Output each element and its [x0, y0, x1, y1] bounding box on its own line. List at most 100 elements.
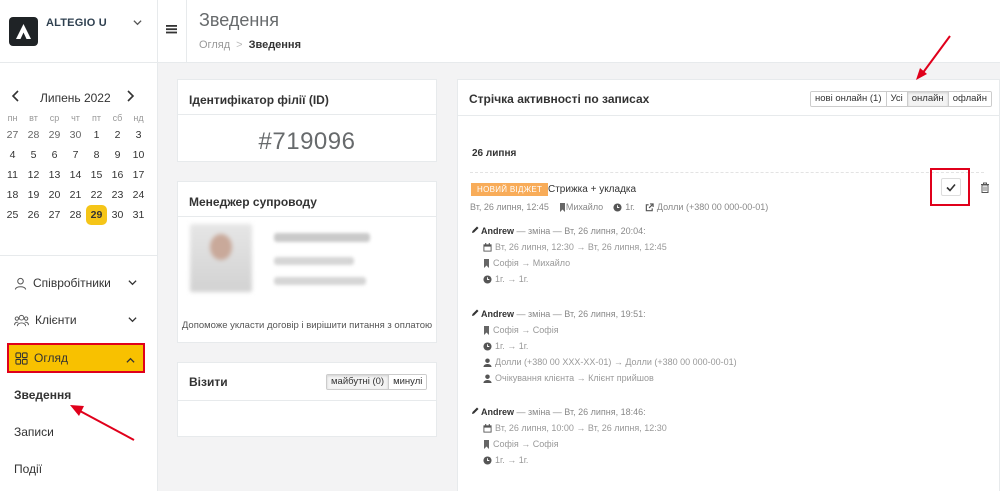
calendar-day[interactable]: 17	[128, 165, 149, 185]
change-author: Andrew	[481, 309, 515, 319]
calendar-day[interactable]: 27	[44, 205, 65, 225]
pencil-icon	[472, 407, 479, 414]
calendar-day[interactable]: 5	[23, 145, 44, 165]
calendar-day[interactable]: 10	[128, 145, 149, 165]
brand-switcher[interactable]: ALTEGIO U	[0, 0, 157, 63]
calendar-day[interactable]: 11	[2, 165, 23, 185]
change-author: Andrew	[481, 407, 515, 417]
nav-item-staff[interactable]: Співробітники	[14, 276, 137, 290]
manager-note: Допоможе укласти договір і вирішити пита…	[181, 320, 433, 331]
change-text: — зміна — Вт, 26 липня, 19:51:	[514, 309, 646, 319]
change-detail-text: Софія → Михайло	[493, 258, 571, 268]
filter-all[interactable]: Усі	[886, 92, 908, 106]
chevron-down-icon	[128, 276, 137, 290]
calendar-day[interactable]: 8	[86, 145, 107, 165]
altegio-logo	[9, 16, 38, 46]
blurred-manager-phone	[274, 257, 354, 265]
change-detail: Софія → Софія	[483, 325, 559, 335]
calendar-day[interactable]: 28	[65, 205, 86, 225]
calendar-day[interactable]: 18	[2, 185, 23, 205]
calendar-day[interactable]: 4	[2, 145, 23, 165]
clock-icon	[483, 274, 492, 284]
clock-icon	[613, 202, 622, 212]
trash-icon	[981, 182, 989, 193]
calendar-day[interactable]: 9	[107, 145, 128, 165]
calendar-day[interactable]: 6	[44, 145, 65, 165]
calendar-day[interactable]: 23	[107, 185, 128, 205]
delete-button[interactable]	[975, 178, 995, 196]
record-duration: 1г.	[625, 202, 635, 212]
calendar-day[interactable]: 25	[2, 205, 23, 225]
tab-past[interactable]: минулі	[389, 375, 427, 389]
calendar-day[interactable]: 27	[2, 125, 23, 145]
page-title: Зведення	[199, 10, 279, 30]
sub-item-events[interactable]: Події	[14, 462, 42, 476]
filter-new-online[interactable]: нові онлайн (1)	[811, 92, 887, 106]
change-detail: Долли (+380 00 XXX-XX-01) → Долли (+380 …	[483, 357, 737, 367]
calendar-day[interactable]: 26	[23, 205, 44, 225]
calendar-day[interactable]: 19	[23, 185, 44, 205]
tab-upcoming[interactable]: майбутні (0)	[327, 375, 390, 389]
calendar-day[interactable]: 16	[107, 165, 128, 185]
feed-date: 26 липня	[472, 148, 517, 159]
branch-id-value: #719096	[258, 128, 356, 155]
calendar-day[interactable]: 7	[65, 145, 86, 165]
divider	[0, 255, 158, 256]
calendar-day[interactable]: 12	[23, 165, 44, 185]
calendar-day[interactable]: 13	[44, 165, 65, 185]
bookmark-icon	[559, 202, 565, 212]
breadcrumb-item[interactable]: Огляд	[199, 39, 230, 51]
calendar-day[interactable]: 24	[128, 185, 149, 205]
calendar-day[interactable]: 15	[86, 165, 107, 185]
calendar-day[interactable]: 2	[107, 125, 128, 145]
users-icon	[14, 314, 29, 326]
calendar-day[interactable]: 20	[44, 185, 65, 205]
record-service[interactable]: Стрижка + укладка	[548, 184, 636, 195]
record-client[interactable]: Долли (+380 00 000-00-01)	[657, 202, 768, 212]
visits-tabs: майбутні (0) минулі	[326, 374, 428, 390]
filter-online[interactable]: онлайн	[907, 92, 949, 106]
change-entry-header: Andrew — зміна — Вт, 26 липня, 20:04:	[471, 226, 646, 236]
change-detail: Вт, 26 липня, 12:30 → Вт, 26 липня, 12:4…	[483, 242, 667, 252]
change-author: Andrew	[481, 226, 515, 236]
calendar-day[interactable]: 3	[128, 125, 149, 145]
nav-label: Співробітники	[33, 276, 111, 290]
record-client-wrap: Долли (+380 00 000-00-01)	[645, 202, 768, 212]
blurred-manager-name	[274, 233, 370, 242]
calendar-day[interactable]: 29	[44, 125, 65, 145]
manager-panel: Менеджер супроводу Допоможе укласти дого…	[177, 181, 437, 343]
chevron-right-icon[interactable]	[126, 90, 135, 105]
filter-offline[interactable]: офлайн	[948, 92, 991, 106]
calendar-day[interactable]: 21	[65, 185, 86, 205]
clock-icon	[483, 341, 492, 351]
chevron-left-icon[interactable]	[11, 90, 20, 105]
nav-item-clients[interactable]: Клієнти	[14, 313, 137, 327]
calendar-day[interactable]: 14	[65, 165, 86, 185]
calendar-day[interactable]: 31	[128, 205, 149, 225]
change-detail: Софія → Софія	[483, 439, 559, 449]
change-detail-text: Софія → Софія	[493, 439, 559, 449]
divider	[470, 172, 984, 173]
calendar-day[interactable]: 30	[65, 125, 86, 145]
change-detail-text: Долли (+380 00 XXX-XX-01) → Долли (+380 …	[495, 357, 737, 367]
bookmark-icon	[484, 325, 489, 335]
user-icon	[483, 373, 492, 383]
change-detail-text: Очікування клієнта → Клієнт прийшов	[495, 373, 654, 383]
panel-title: Ідентифікатор філії (ID)	[178, 80, 436, 115]
calendar-day[interactable]: 22	[86, 185, 107, 205]
calendar-day[interactable]: 30	[107, 205, 128, 225]
breadcrumb: Огляд > Зведення	[199, 39, 301, 51]
sub-item-summary[interactable]: Зведення	[14, 388, 71, 402]
calendar-day[interactable]: 29	[86, 205, 107, 225]
change-detail-text: 1г. → 1г.	[495, 455, 529, 465]
calendar-weekday: вт	[29, 113, 38, 123]
sub-item-records[interactable]: Записи	[14, 425, 54, 439]
bookmark-icon	[484, 258, 489, 268]
calendar-day[interactable]: 28	[23, 125, 44, 145]
nav-item-overview[interactable]: Огляд	[7, 343, 145, 373]
chevron-down-icon[interactable]	[133, 18, 142, 30]
change-detail: Очікування клієнта → Клієнт прийшов	[483, 373, 654, 383]
external-link-icon	[645, 202, 654, 211]
calendar-day[interactable]: 1	[86, 125, 107, 145]
menu-icon[interactable]	[166, 24, 177, 37]
